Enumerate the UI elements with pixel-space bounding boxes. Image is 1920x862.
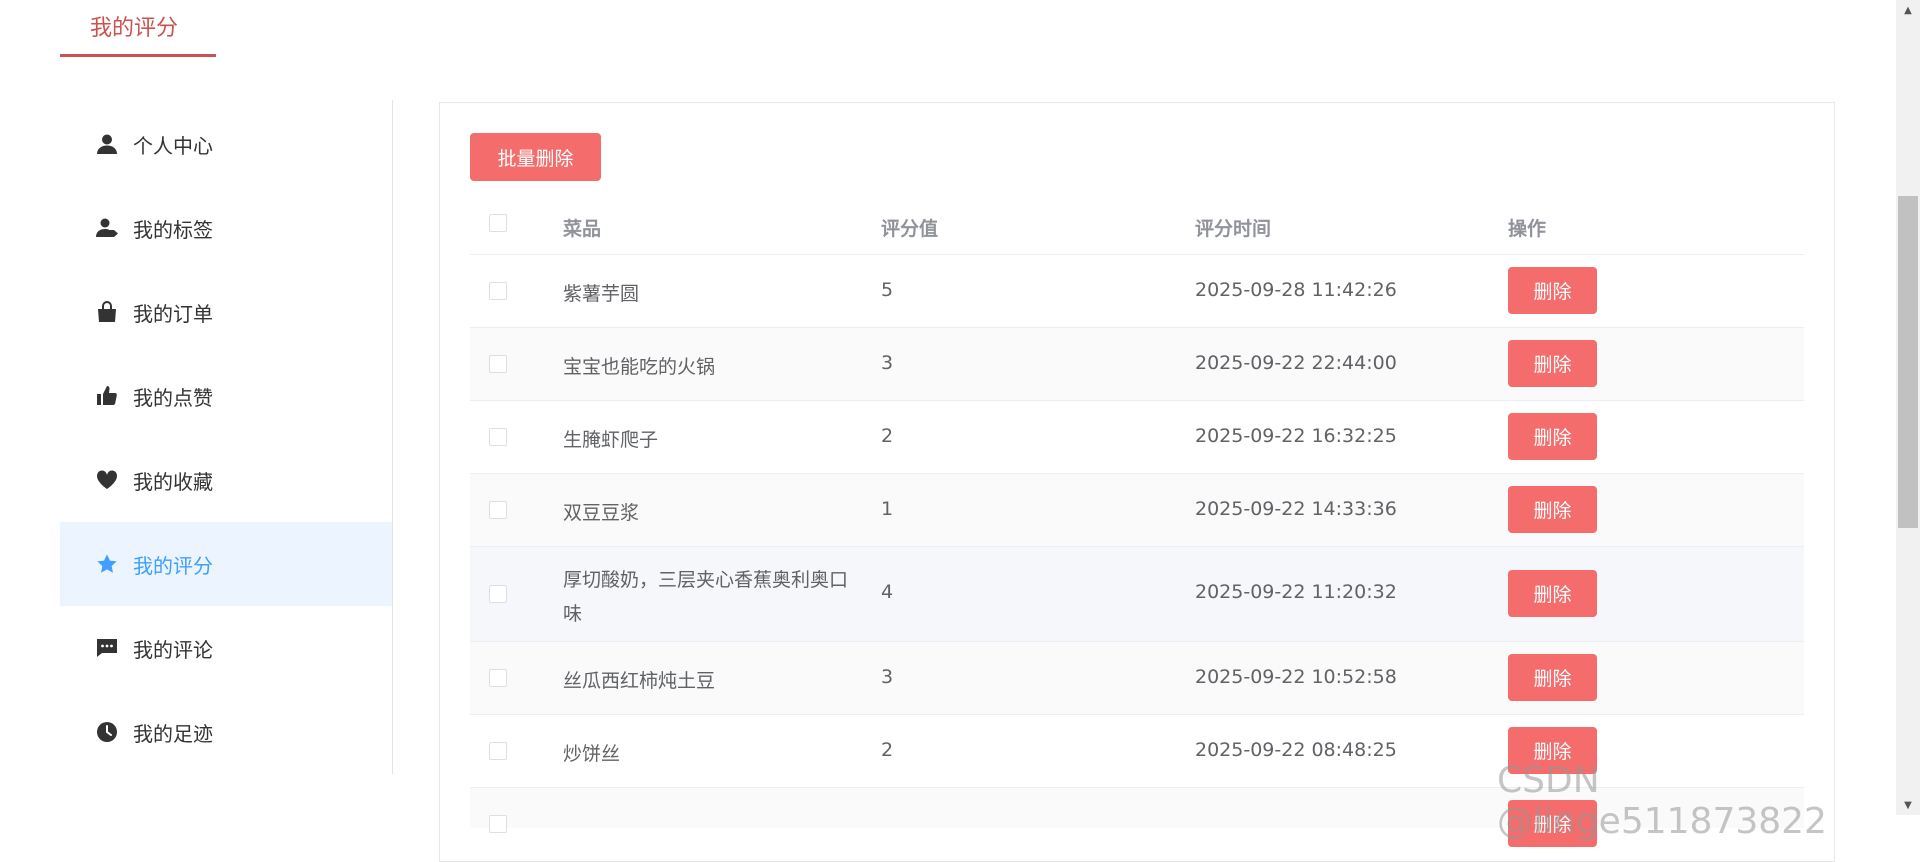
score-value: 3	[881, 666, 894, 688]
sidebar: 个人中心 我的标签 我的订单 我的点赞 我的收藏 我的评分 我的评论 我的足迹	[60, 100, 393, 774]
rating-time: 2025-09-22 10:52:58	[1195, 666, 1397, 688]
score-value: 4	[881, 581, 894, 603]
dish-name: 宝宝也能吃的火锅	[563, 356, 716, 378]
rating-time: 2025-09-22 08:48:25	[1195, 739, 1397, 761]
rating-time: 2025-09-28 11:42:26	[1195, 279, 1397, 301]
row-checkbox[interactable]	[489, 282, 507, 300]
sidebar-item-comments[interactable]: 我的评论	[60, 606, 392, 690]
delete-button[interactable]: 删除	[1508, 267, 1597, 314]
sidebar-item-ratings[interactable]: 我的评分	[60, 522, 392, 606]
dish-name: 紫薯芋圆	[563, 283, 640, 305]
user-icon	[96, 133, 118, 155]
table-row: 生腌虾爬子 2 2025-09-22 16:32:25 删除	[470, 401, 1804, 474]
dish-name: 双豆豆浆	[563, 502, 640, 524]
score-value: 2	[881, 739, 894, 761]
row-checkbox[interactable]	[489, 742, 507, 760]
page-tab-my-ratings[interactable]: 我的评分	[60, 0, 216, 57]
row-checkbox[interactable]	[489, 815, 507, 833]
page-scrollbar[interactable]: ▲ ▼	[1896, 0, 1920, 815]
dish-name: 生腌虾爬子	[563, 429, 659, 451]
row-checkbox[interactable]	[489, 585, 507, 603]
sidebar-item-history[interactable]: 我的足迹	[60, 690, 392, 774]
row-checkbox[interactable]	[489, 428, 507, 446]
watermark: CSDN @linge511873822	[1497, 760, 1827, 842]
score-value: 2	[881, 425, 894, 447]
column-header-time: 评分时间	[1195, 218, 1272, 240]
sidebar-item-profile[interactable]: 个人中心	[60, 102, 392, 186]
sidebar-item-label: 我的评分	[133, 553, 213, 578]
table-row: 宝宝也能吃的火锅 3 2025-09-22 22:44:00 删除	[470, 328, 1804, 401]
delete-button[interactable]: 删除	[1508, 654, 1597, 701]
score-value: 5	[881, 279, 894, 301]
delete-button[interactable]: 删除	[1508, 486, 1597, 533]
rating-time: 2025-09-22 11:20:32	[1195, 581, 1397, 603]
user-tag-icon	[96, 217, 118, 239]
sidebar-item-label: 我的收藏	[133, 469, 213, 494]
table-row: 厚切酸奶，三层夹心香蕉奥利奥口味 4 2025-09-22 11:20:32 删…	[470, 547, 1804, 642]
sidebar-item-label: 我的点赞	[133, 385, 213, 410]
rating-time: 2025-09-22 14:33:36	[1195, 498, 1397, 520]
clock-icon	[96, 721, 118, 743]
table-header: 菜品 评分值 评分时间 操作	[470, 198, 1804, 255]
sidebar-item-label: 我的足迹	[133, 721, 213, 746]
row-checkbox[interactable]	[489, 669, 507, 687]
sidebar-item-label: 我的订单	[133, 301, 213, 326]
page-tab-label: 我的评分	[90, 16, 179, 41]
thumbs-up-icon	[96, 385, 118, 407]
sidebar-item-tags[interactable]: 我的标签	[60, 186, 392, 270]
star-icon	[96, 553, 118, 575]
score-value: 1	[881, 498, 894, 520]
sidebar-item-orders[interactable]: 我的订单	[60, 270, 392, 354]
heart-icon	[96, 469, 118, 491]
batch-delete-button[interactable]: 批量删除	[470, 133, 601, 181]
sidebar-item-likes[interactable]: 我的点赞	[60, 354, 392, 438]
dish-name: 丝瓜西红柿炖土豆	[563, 670, 716, 692]
select-all-checkbox[interactable]	[489, 214, 507, 232]
delete-button[interactable]: 删除	[1508, 340, 1597, 387]
sidebar-item-favorites[interactable]: 我的收藏	[60, 438, 392, 522]
column-header-dish: 菜品	[563, 218, 602, 240]
table-row: 紫薯芋圆 5 2025-09-28 11:42:26 删除	[470, 255, 1804, 328]
dish-name: 厚切酸奶，三层夹心香蕉奥利奥口味	[563, 569, 849, 625]
row-checkbox[interactable]	[489, 501, 507, 519]
rating-time: 2025-09-22 16:32:25	[1195, 425, 1397, 447]
sidebar-item-label: 我的评论	[133, 637, 213, 662]
rating-time: 2025-09-22 22:44:00	[1195, 352, 1397, 374]
shopping-bag-icon	[96, 301, 118, 323]
sidebar-item-label: 个人中心	[133, 133, 213, 158]
delete-button[interactable]: 删除	[1508, 413, 1597, 460]
table-row: 双豆豆浆 1 2025-09-22 14:33:36 删除	[470, 474, 1804, 547]
column-header-actions: 操作	[1508, 218, 1547, 240]
scroll-up-arrow-icon[interactable]: ▲	[1896, 0, 1920, 20]
row-checkbox[interactable]	[489, 355, 507, 373]
sidebar-item-label: 我的标签	[133, 217, 213, 242]
scroll-thumb[interactable]	[1898, 196, 1918, 528]
ratings-table: 菜品 评分值 评分时间 操作 紫薯芋圆 5 2025-09-28 11:42:2…	[470, 198, 1804, 847]
score-value: 3	[881, 352, 894, 374]
delete-button[interactable]: 删除	[1508, 570, 1597, 617]
comment-icon	[96, 637, 118, 659]
dish-name: 炒饼丝	[563, 743, 621, 765]
column-header-score: 评分值	[881, 218, 939, 240]
table-row: 丝瓜西红柿炖土豆 3 2025-09-22 10:52:58 删除	[470, 642, 1804, 715]
